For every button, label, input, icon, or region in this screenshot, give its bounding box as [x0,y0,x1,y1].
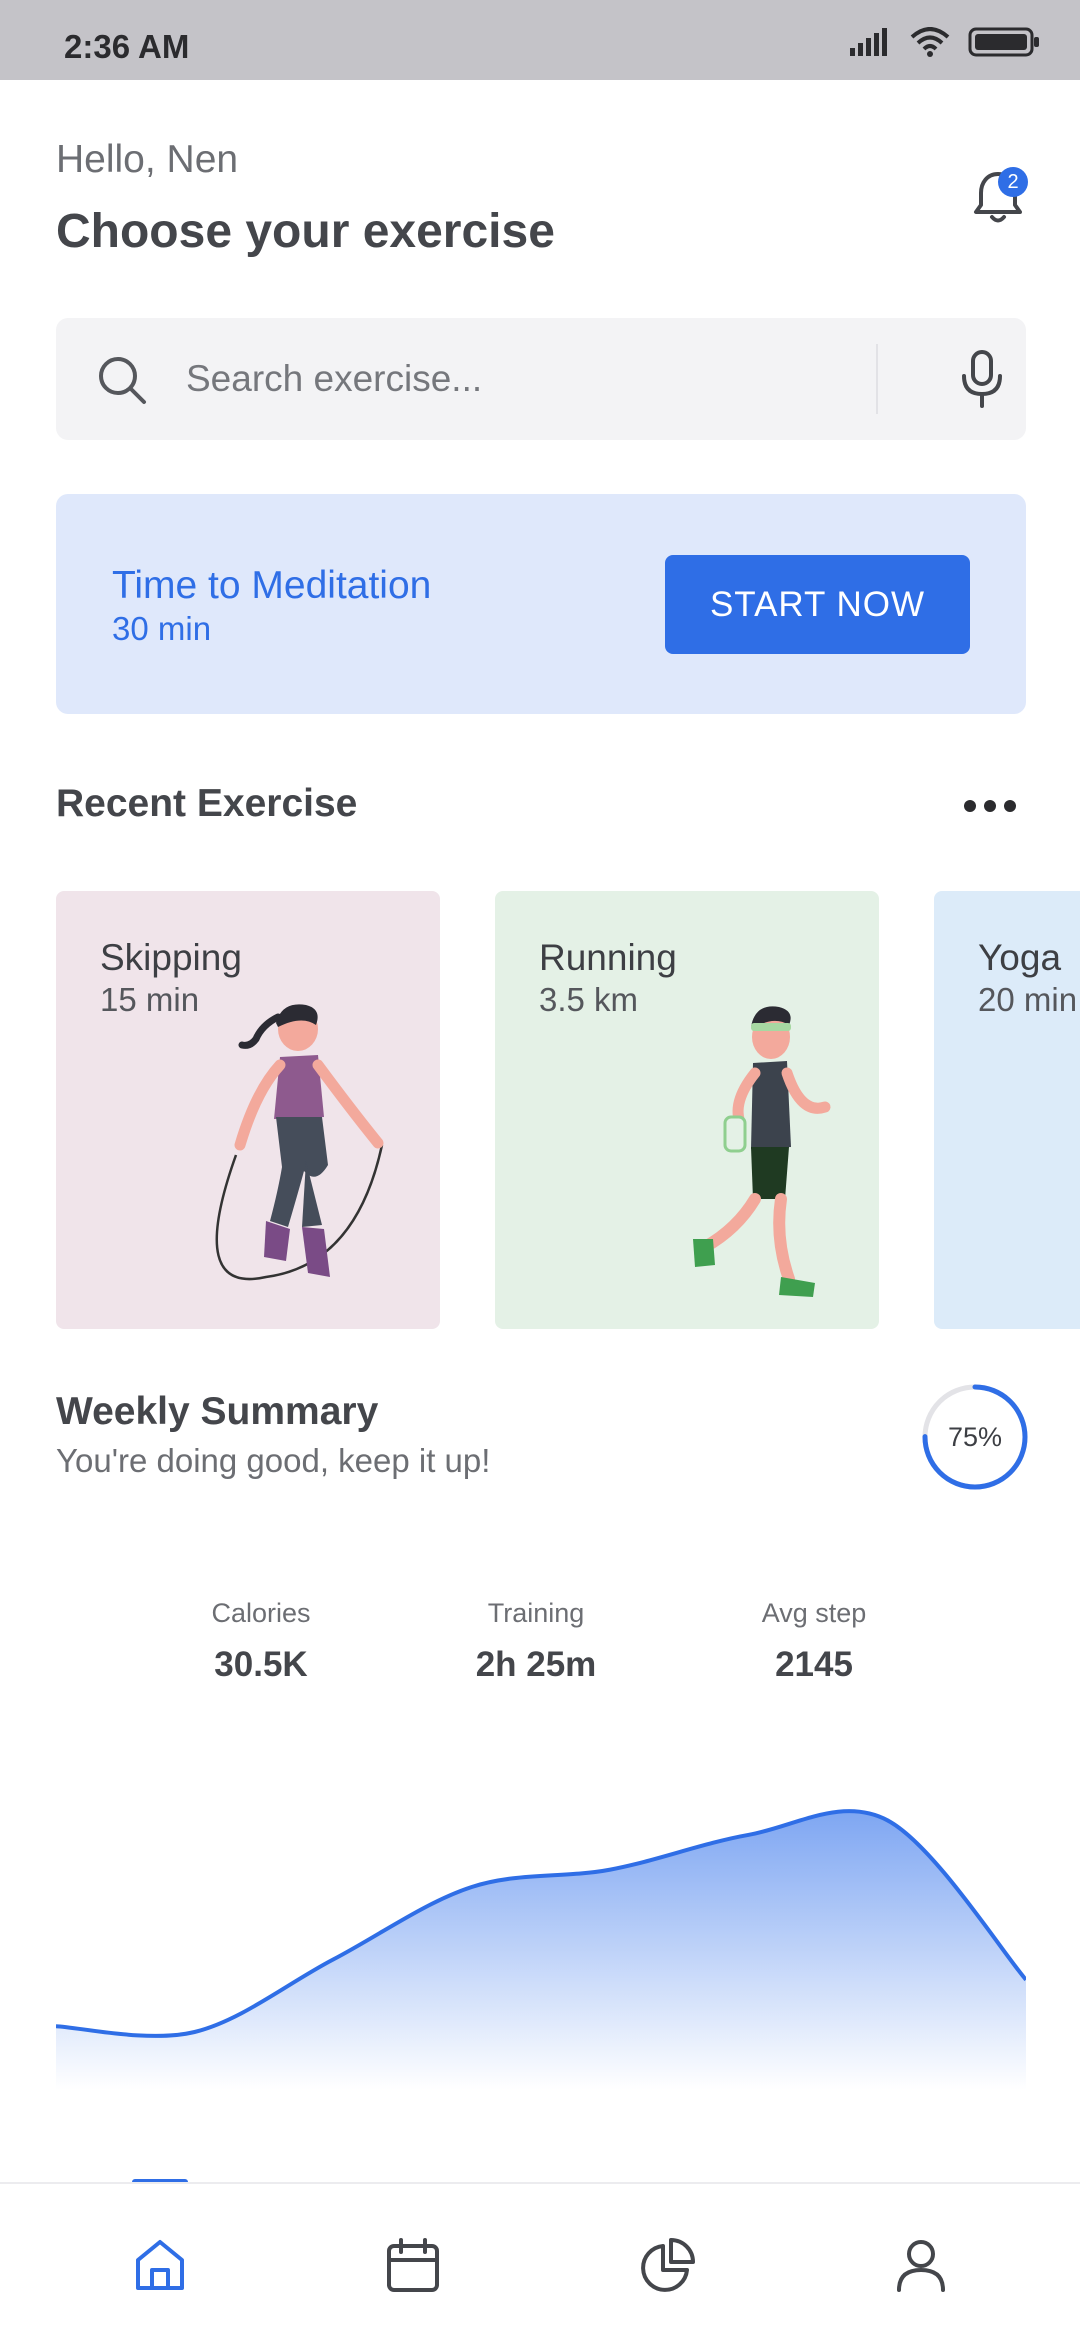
running-illustration [693,1006,831,1297]
search-input[interactable] [186,348,906,410]
stat-training: Training 2h 25m [426,1598,646,1685]
stat-label: Training [487,1598,585,1628]
stat-value: 2h 25m [475,1645,597,1684]
microphone-icon[interactable] [952,348,1012,410]
weekly-area-chart [56,1809,1026,2090]
stat-value: 30.5K [214,1645,308,1684]
status-icons [850,26,1040,58]
card-subtitle: 3.5 km [539,981,639,1018]
recent-exercise-title: Recent Exercise [56,782,358,825]
exercise-card-running[interactable]: Running 3.5 km [495,891,879,1329]
status-time: 2:36 AM [64,28,190,65]
banner-title: Time to Meditation [112,564,432,607]
card-title: Yoga [978,937,1062,978]
status-bar: 2:36 AM [0,0,1080,80]
pie-chart-icon [641,2238,695,2292]
stat-label: Avg step [761,1598,867,1628]
bottom-navigation [0,2182,1080,2340]
weekly-summary-subtitle: You're doing good, keep it up! [56,1442,491,1479]
stat-value: 2145 [775,1645,853,1684]
card-subtitle: 20 min [978,981,1078,1018]
stat-avg-step: Avg step 2145 [704,1598,924,1685]
chart-area-fill [56,1811,1026,2090]
stat-calories: Calories 30.5K [151,1598,371,1685]
card-subtitle: 15 min [100,981,200,1018]
nav-calendar[interactable] [343,2184,483,2340]
skipping-illustration [215,1004,384,1281]
card-title: Running [539,937,677,978]
recent-exercise-list: Skipping 15 min Running 3.5 km Yoga 20 m… [56,891,1080,1331]
search-bar [56,318,1026,440]
weekly-progress-label: 75% [947,1421,1003,1452]
search-icon[interactable] [96,354,148,406]
meditation-banner: Time to Meditation 30 min START NOW [56,494,1026,714]
page-title: Choose your exercise [56,205,555,258]
more-options-icon[interactable] [962,796,1018,816]
nav-home[interactable] [90,2184,230,2340]
exercise-card-yoga[interactable]: Yoga 20 min [934,891,1080,1329]
notification-badge: 2 [998,167,1028,197]
exercise-card-skipping[interactable]: Skipping 15 min [56,891,440,1329]
calendar-icon [387,2238,439,2292]
nav-stats[interactable] [597,2184,737,2340]
start-now-button[interactable]: START NOW [665,555,970,654]
stat-label: Calories [211,1598,311,1628]
signal-icon [850,28,887,56]
card-title: Skipping [100,937,242,978]
home-icon [136,2240,184,2290]
banner-subtitle: 30 min [112,610,212,647]
weekly-summary-title: Weekly Summary [56,1390,379,1433]
nav-profile[interactable] [851,2184,991,2340]
profile-icon [897,2240,945,2292]
greeting: Hello, Nen [56,138,239,181]
battery-icon [968,27,1039,57]
search-divider [876,344,878,414]
wifi-icon [910,27,950,57]
